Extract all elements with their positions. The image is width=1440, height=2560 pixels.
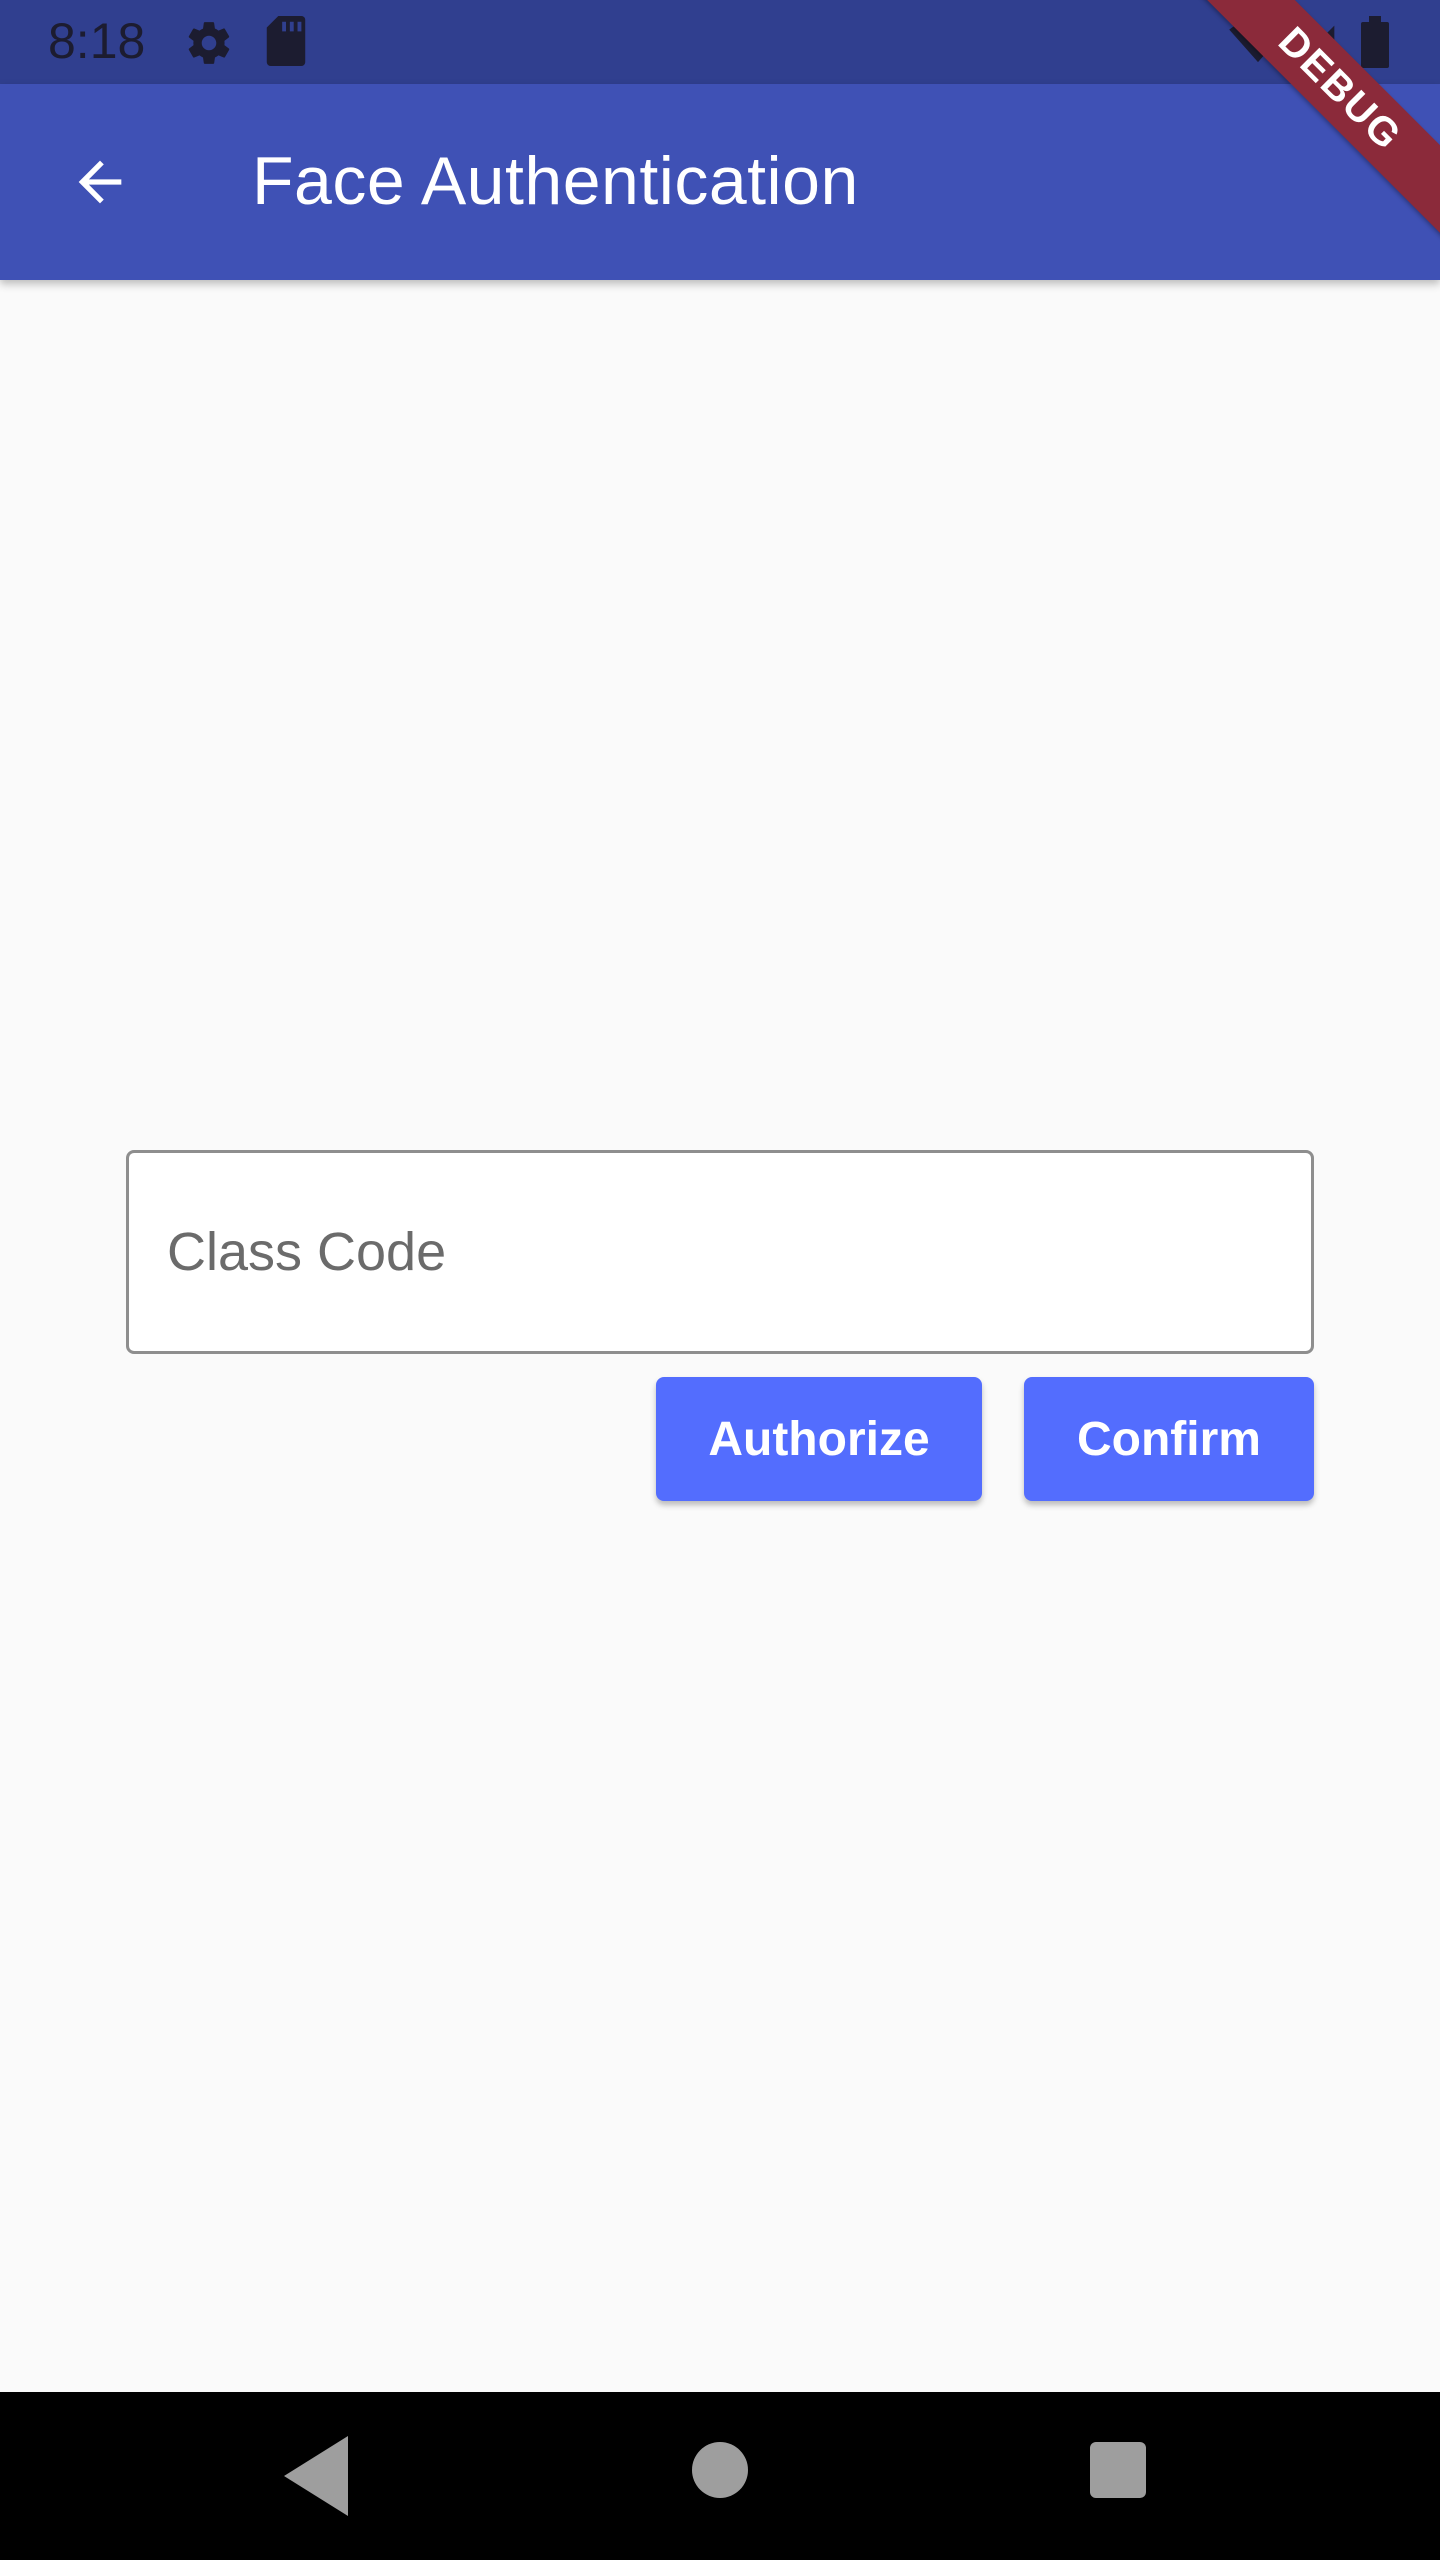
nav-home-icon[interactable] [692,2442,748,2498]
class-code-field[interactable] [126,1150,1314,1354]
sd-card-icon [266,16,306,66]
arrow-back-icon [78,160,122,204]
page-title: Face Authentication [252,143,859,219]
status-time: 8:18 [48,13,146,69]
authorize-button[interactable]: Authorize [656,1377,982,1501]
nav-recents-icon[interactable] [1090,2442,1146,2498]
gear-icon [188,22,230,64]
screen: 8:18 Face Authentication DEBUG Class Cod… [0,0,1440,2560]
nav-back-icon[interactable] [284,2436,348,2516]
confirm-button[interactable]: Confirm [1024,1377,1314,1501]
back-button[interactable] [48,130,152,234]
system-nav-bar [0,2392,1440,2560]
battery-icon [1361,16,1389,68]
app-bar: Face Authentication [0,84,1440,280]
class-code-input[interactable] [167,1153,1267,1351]
